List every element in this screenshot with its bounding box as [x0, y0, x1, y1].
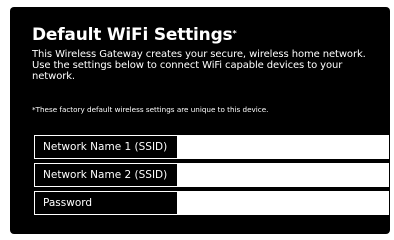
- title-text: Default WiFi Settings: [32, 25, 233, 45]
- title-asterisk: *: [232, 29, 237, 38]
- password-field-row: Password: [34, 191, 389, 215]
- ssid1-field-row: Network Name 1 (SSID): [34, 135, 389, 159]
- ssid1-input[interactable]: [177, 136, 388, 158]
- ssid2-field-row: Network Name 2 (SSID): [34, 163, 389, 187]
- description-text: This Wireless Gateway creates your secur…: [32, 49, 366, 82]
- ssid1-label: Network Name 1 (SSID): [35, 136, 177, 158]
- ssid2-label: Network Name 2 (SSID): [35, 164, 177, 186]
- ssid2-input[interactable]: [177, 164, 388, 186]
- page-title: Default WiFi Settings*: [32, 25, 237, 45]
- password-input[interactable]: [177, 192, 388, 214]
- wifi-settings-panel: Default WiFi Settings* This Wireless Gat…: [10, 7, 390, 234]
- password-label: Password: [35, 192, 177, 214]
- footnote-text: *These factory default wireless settings…: [32, 105, 269, 114]
